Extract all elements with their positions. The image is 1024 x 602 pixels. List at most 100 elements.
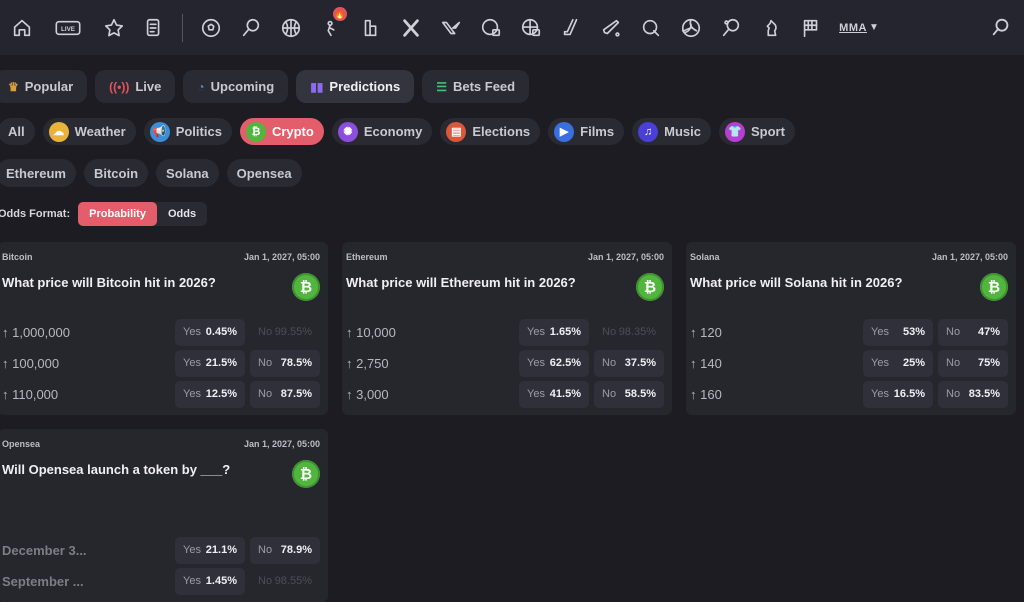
no-probability: 98.35% xyxy=(618,326,656,338)
market-date: Jan 1, 2027, 05:00 xyxy=(587,252,664,262)
yes-probability: 62.5% xyxy=(549,357,581,369)
shirt-icon: 👕 xyxy=(724,121,745,142)
subcategory-bitcoin[interactable]: Bitcoin xyxy=(83,159,149,187)
category-politics[interactable]: 📢 Politics xyxy=(143,118,232,145)
no-probability: 78.9% xyxy=(280,544,312,556)
soccer-icon[interactable] xyxy=(191,0,231,55)
no-button[interactable]: No 78.5% xyxy=(250,349,320,377)
yes-button[interactable]: Yes 12.5% xyxy=(175,380,245,408)
chess-icon[interactable] xyxy=(751,0,791,55)
category-crypto[interactable]: ₿ Crypto xyxy=(239,118,324,145)
table-tennis-icon[interactable] xyxy=(711,0,751,55)
star-icon[interactable] xyxy=(94,0,134,55)
betslip-icon[interactable] xyxy=(134,0,174,55)
tab-label: Bets Feed xyxy=(452,79,516,94)
odds-option[interactable]: Odds xyxy=(157,202,207,226)
no-label: No xyxy=(258,388,273,400)
category-films[interactable]: ▶ Films xyxy=(548,118,625,145)
cricket-icon[interactable] xyxy=(591,0,631,55)
no-button[interactable]: No 78.9% xyxy=(250,536,320,564)
no-label: No xyxy=(258,357,273,369)
yes-button[interactable]: Yes 25% xyxy=(863,349,933,377)
yes-button[interactable]: Yes 41.5% xyxy=(519,380,589,408)
tab-bets-feed[interactable]: ☰ Bets Feed xyxy=(422,70,530,103)
no-button[interactable]: No 83.5% xyxy=(938,380,1008,408)
outcome-label: ↑ 3,000 xyxy=(346,386,389,402)
no-probability: 37.5% xyxy=(624,357,656,369)
yes-button[interactable]: Yes 0.45% xyxy=(175,318,245,346)
yes-button[interactable]: Yes 21.1% xyxy=(175,536,245,564)
fire-badge: 🔥 xyxy=(333,7,347,21)
yes-button[interactable]: Yes 21.5% xyxy=(175,349,245,377)
hockey-icon[interactable] xyxy=(551,0,591,55)
no-button[interactable]: No 47% xyxy=(938,318,1008,346)
golf-icon[interactable] xyxy=(631,0,671,55)
yes-probability: 21.5% xyxy=(205,357,237,369)
no-button[interactable]: No 98.55% xyxy=(250,568,320,595)
ballot-icon: ▤ xyxy=(446,121,467,142)
mma-label: MMA xyxy=(839,21,867,34)
live-icon[interactable]: LIVE xyxy=(42,0,94,55)
no-button[interactable]: No 37.5% xyxy=(594,349,664,377)
no-button[interactable]: No 58.5% xyxy=(594,380,664,408)
mma-menu[interactable]: MMA ▼ xyxy=(831,0,887,55)
tab-popular[interactable]: ♛ Popular xyxy=(0,70,88,103)
yes-button[interactable]: Yes 1.65% xyxy=(519,318,589,346)
search-icon[interactable] xyxy=(990,16,1012,38)
no-button[interactable]: No 87.5% xyxy=(250,380,320,408)
esports-x-icon[interactable] xyxy=(391,0,431,55)
basketball-icon[interactable] xyxy=(271,0,311,55)
yes-button[interactable]: Yes 16.5% xyxy=(863,380,933,408)
yes-probability: 12.5% xyxy=(205,388,237,400)
tab-label: Live xyxy=(135,79,162,94)
market-card-bitcoin[interactable]: Bitcoin Jan 1, 2027, 05:00 What price wi… xyxy=(0,242,328,415)
no-button[interactable]: No 98.35% xyxy=(594,319,664,346)
category-weather[interactable]: ☁ Weather xyxy=(42,118,136,145)
yes-button[interactable]: Yes 1.45% xyxy=(175,567,245,595)
soccer-tv-icon[interactable] xyxy=(471,0,511,55)
league-icon[interactable] xyxy=(351,0,391,55)
trending-player-icon[interactable]: 🔥 xyxy=(311,0,351,55)
list-icon: ☰ xyxy=(436,79,447,94)
category-sport[interactable]: 👕 Sport xyxy=(718,118,795,145)
tennis-icon[interactable] xyxy=(231,0,271,55)
outcome-label: ↑ 2,750 xyxy=(346,355,389,371)
category-all[interactable]: All xyxy=(0,118,35,145)
volleyball-icon[interactable] xyxy=(671,0,711,55)
no-probability: 87.5% xyxy=(280,388,312,400)
no-label: No xyxy=(258,544,273,556)
subcategory-solana[interactable]: Solana xyxy=(156,159,219,187)
market-date: Jan 1, 2027, 05:00 xyxy=(243,439,320,449)
category-elections[interactable]: ▤ Elections xyxy=(440,118,541,145)
racing-flag-icon[interactable] xyxy=(791,0,831,55)
no-button[interactable]: No 99.55% xyxy=(250,319,320,346)
basketball-tv-icon[interactable] xyxy=(511,0,551,55)
market-card-ethereum[interactable]: Ethereum Jan 1, 2027, 05:00 What price w… xyxy=(342,242,672,415)
yes-probability: 21.1% xyxy=(205,544,237,556)
category-label: Sport xyxy=(750,124,785,139)
outcome-label: ↑ 140 xyxy=(690,355,722,371)
home-icon[interactable] xyxy=(2,0,42,55)
outcome-row: ↑ 3,000 Yes 41.5% No 58.5% xyxy=(346,380,664,408)
odds-format-label: Odds Format: xyxy=(0,208,71,220)
subcategory-ethereum[interactable]: Ethereum xyxy=(0,159,76,187)
yes-button[interactable]: Yes 53% xyxy=(863,318,933,346)
tab-upcoming[interactable]: ◔ Upcoming xyxy=(183,70,289,103)
market-question: Will Opensea launch a token by ___? xyxy=(2,462,231,477)
outcome-row: ↑ 110,000 Yes 12.5% No 87.5% xyxy=(2,380,320,408)
camera-icon: ▶ xyxy=(554,121,575,142)
market-tag: Solana xyxy=(690,252,720,262)
category-economy[interactable]: ✺ Economy xyxy=(331,118,433,145)
market-card-opensea[interactable]: Opensea Jan 1, 2027, 05:00 Will Opensea … xyxy=(0,429,328,602)
category-label: Weather xyxy=(74,124,126,139)
valorant-icon[interactable] xyxy=(431,0,471,55)
tab-predictions[interactable]: ▮▮ Predictions xyxy=(296,70,415,103)
no-button[interactable]: No 75% xyxy=(938,349,1008,377)
probability-option[interactable]: Probability xyxy=(78,202,157,226)
yes-button[interactable]: Yes 62.5% xyxy=(519,349,589,377)
tab-live[interactable]: ((•)) Live xyxy=(95,70,176,103)
outcome-label: ↑ 1,000,000 xyxy=(2,324,70,340)
subcategory-opensea[interactable]: Opensea xyxy=(226,159,302,187)
market-card-solana[interactable]: Solana Jan 1, 2027, 05:00 What price wil… xyxy=(686,242,1016,415)
category-music[interactable]: ♫ Music xyxy=(632,118,711,145)
